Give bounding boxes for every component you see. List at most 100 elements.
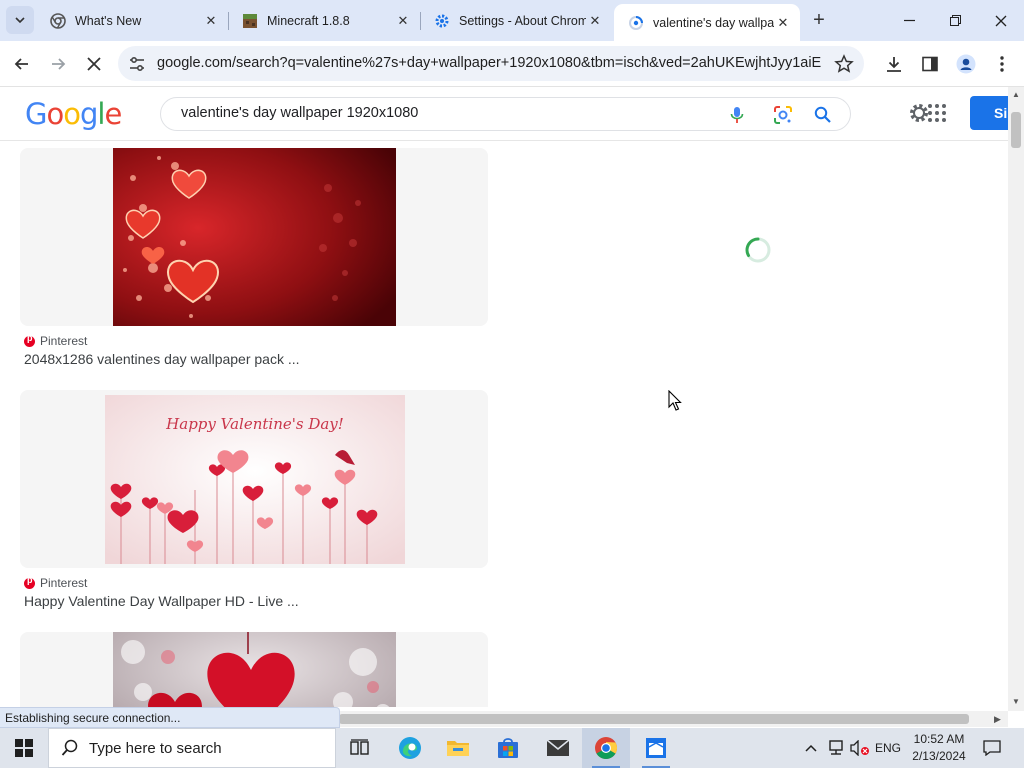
search-input[interactable] (181, 105, 701, 121)
taskbar-app-window[interactable] (632, 728, 680, 768)
tab-settings[interactable]: Settings - About Chrome ✕ (420, 0, 612, 41)
address-bar[interactable]: google.com/search?q=valentine%27s+day+wa… (118, 46, 864, 81)
search-icon (61, 739, 78, 756)
chrome-menu-button[interactable] (987, 49, 1017, 79)
red-hearts-wallpaper-image (113, 148, 396, 326)
google-header: Google Si (0, 87, 1024, 141)
tab-whats-new[interactable]: What's New ✕ (36, 0, 228, 41)
new-tab-button[interactable]: + (806, 7, 832, 33)
google-apps-icon[interactable] (927, 103, 947, 123)
plus-icon: + (813, 8, 825, 31)
result-source[interactable]: Pinterest (24, 575, 88, 590)
input-language-indicator[interactable]: ENG (872, 728, 904, 768)
taskbar-edge[interactable] (386, 728, 434, 768)
tab-search-button[interactable] (6, 6, 34, 34)
result-thumbnail[interactable] (20, 148, 488, 326)
scroll-right-icon[interactable]: ▶ (994, 714, 1001, 725)
wallpaper-caption: Happy Valentine's Day! (165, 415, 344, 433)
close-window-button[interactable] (978, 0, 1024, 41)
restore-icon (949, 15, 961, 26)
clock-time: 10:52 AM (913, 732, 965, 746)
windows-taskbar: Type here to search ENG 10:52 AM 2/13/20… (0, 728, 1024, 768)
profile-button[interactable] (951, 49, 981, 79)
system-clock[interactable]: 10:52 AM 2/13/2024 (906, 731, 972, 765)
chevron-up-icon (805, 744, 817, 752)
close-icon[interactable]: ✕ (774, 14, 792, 32)
site-info-icon[interactable] (128, 55, 146, 73)
result-title[interactable]: Happy Valentine Day Wallpaper HD - Live … (24, 593, 299, 609)
chrome-icon (595, 737, 617, 759)
tab-title: valentine's day wallpaper 1920x1080 (653, 15, 774, 30)
task-view-button[interactable] (336, 728, 384, 768)
profile-avatar-icon (956, 54, 976, 74)
scrollbar-thumb[interactable] (339, 714, 969, 724)
tab-title: Settings - About Chrome (459, 13, 586, 28)
result-title[interactable]: 2048x1286 valentines day wallpaper pack … (24, 351, 300, 367)
search-placeholder: Type here to search (89, 739, 222, 757)
restore-button[interactable] (932, 0, 978, 41)
volume-muted-icon (850, 740, 869, 756)
mouse-cursor-icon (668, 390, 682, 411)
arrow-left-icon (14, 58, 28, 70)
tab-minecraft[interactable]: Minecraft 1.8.8 ✕ (228, 0, 420, 41)
scrollbar-thumb[interactable] (1011, 112, 1021, 148)
close-icon (995, 15, 1007, 26)
star-icon[interactable] (834, 54, 854, 74)
microphone-icon[interactable] (727, 105, 747, 125)
close-icon[interactable]: ✕ (586, 12, 604, 30)
windows-logo-icon (15, 739, 33, 757)
chevron-down-icon (15, 17, 25, 24)
clock-date: 2/13/2024 (912, 749, 966, 763)
back-button[interactable] (7, 49, 37, 79)
search-icon[interactable] (813, 105, 833, 125)
action-center-button[interactable] (978, 728, 1006, 768)
browser-toolbar: google.com/search?q=valentine%27s+day+wa… (0, 41, 1024, 87)
taskbar-search-box[interactable]: Type here to search (48, 728, 336, 768)
arrow-right-icon (52, 58, 66, 70)
taskbar-mail[interactable] (534, 728, 582, 768)
scroll-up-icon[interactable]: ▲ (1012, 90, 1020, 99)
source-name: Pinterest (40, 576, 88, 590)
close-icon[interactable]: ✕ (202, 12, 220, 30)
status-bubble: Establishing secure connection... (0, 707, 340, 728)
app-window-icon (646, 738, 666, 758)
chrome-icon (50, 12, 66, 29)
result-thumbnail[interactable]: Happy Valentine's Day! (20, 390, 488, 568)
network-icon (829, 740, 843, 755)
close-icon (87, 57, 101, 71)
image-results: Pinterest 2048x1286 valentines day wallp… (0, 141, 1008, 707)
notification-icon (983, 740, 1001, 756)
minimize-button[interactable] (886, 0, 932, 41)
minimize-icon (903, 19, 915, 22)
google-logo[interactable]: Google (25, 97, 122, 131)
close-icon[interactable]: ✕ (394, 12, 412, 30)
network-button[interactable] (824, 728, 848, 768)
show-hidden-icons-button[interactable] (800, 728, 822, 768)
vertical-scrollbar[interactable]: ▲ ▼ (1008, 87, 1024, 711)
stop-loading-button[interactable] (79, 49, 109, 79)
source-name: Pinterest (40, 334, 88, 348)
url-text: google.com/search?q=valentine%27s+day+wa… (157, 55, 821, 71)
mail-icon (546, 739, 570, 756)
result-thumbnail[interactable] (20, 632, 488, 707)
result-source[interactable]: Pinterest (24, 333, 88, 348)
task-view-icon (350, 739, 369, 755)
store-icon (498, 738, 518, 758)
start-button[interactable] (0, 728, 48, 768)
forward-button[interactable] (43, 49, 73, 79)
taskbar-file-explorer[interactable] (434, 728, 482, 768)
settings-gear-icon (434, 13, 450, 29)
tab-valentines-search[interactable]: valentine's day wallpaper 1920x1080 ✕ (614, 4, 800, 41)
downloads-button[interactable] (879, 49, 909, 79)
download-icon (887, 57, 901, 72)
more-vertical-icon (1000, 56, 1004, 72)
search-box (160, 97, 851, 131)
side-panel-button[interactable] (915, 49, 945, 79)
taskbar-microsoft-store[interactable] (484, 728, 532, 768)
edge-icon (399, 737, 421, 759)
loading-spinner-icon (745, 237, 771, 263)
taskbar-chrome[interactable] (582, 728, 630, 768)
google-lens-icon[interactable] (773, 105, 793, 125)
volume-button[interactable] (848, 728, 872, 768)
scroll-down-icon[interactable]: ▼ (1012, 697, 1020, 706)
